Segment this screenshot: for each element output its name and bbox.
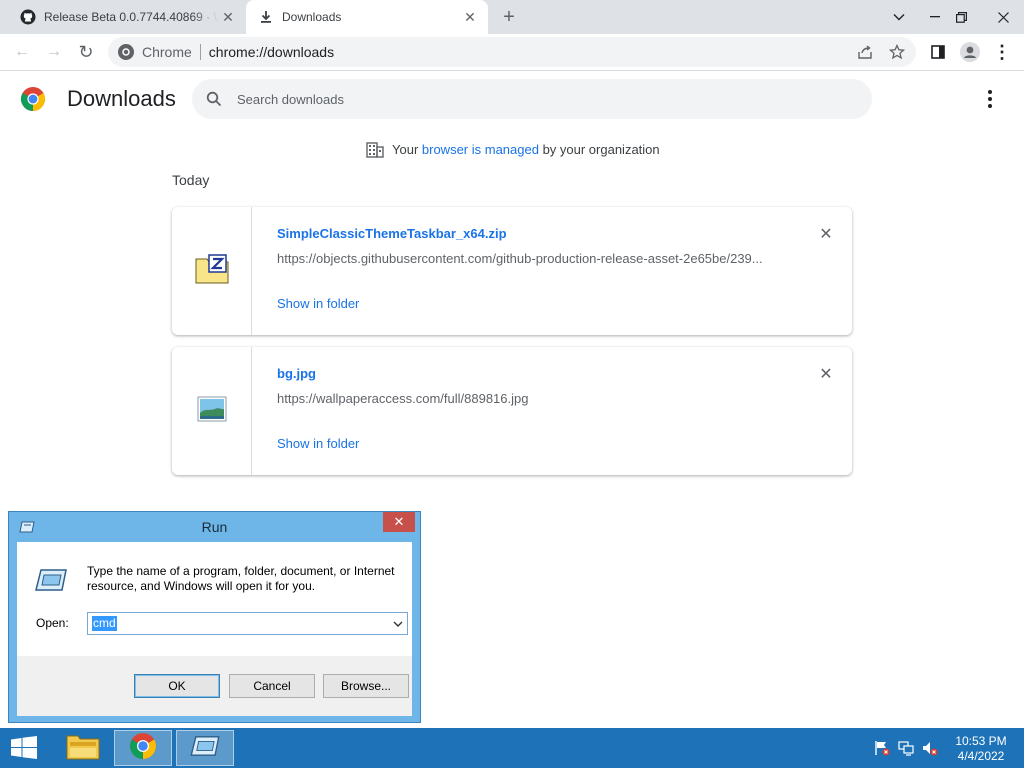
page-title: Downloads	[67, 86, 176, 111]
network-icon[interactable]	[898, 740, 914, 756]
run-dialog-body: Type the name of a program, folder, docu…	[17, 542, 412, 716]
building-icon	[366, 140, 384, 158]
tab-title: Downloads	[282, 10, 342, 24]
date-group-label: Today	[172, 172, 210, 188]
download-source-url[interactable]: https://objects.githubusercontent.com/gi…	[277, 251, 777, 266]
remove-download-icon[interactable]: ✕	[816, 224, 836, 244]
profile-avatar-icon[interactable]	[956, 38, 984, 66]
tab-release-beta[interactable]: Release Beta 0.0.7744.40869 · Wi ✕	[8, 0, 246, 34]
run-open-value[interactable]: cmd	[92, 616, 117, 631]
clock-time: 10:53 PM	[955, 734, 1007, 748]
site-name: Chrome	[142, 44, 192, 60]
run-description: Type the name of a program, folder, docu…	[87, 564, 395, 593]
chrome-logo-icon	[20, 86, 46, 112]
chrome-icon	[129, 732, 157, 765]
action-center-flag-icon[interactable]	[874, 740, 890, 756]
close-tab-icon[interactable]: ✕	[218, 7, 238, 27]
download-icon	[258, 9, 274, 25]
show-in-folder-link[interactable]: Show in folder	[277, 296, 359, 311]
run-icon	[189, 735, 221, 762]
show-in-folder-link[interactable]: Show in folder	[277, 436, 359, 451]
tab-strip: Release Beta 0.0.7744.40869 · Wi ✕ Downl…	[0, 0, 1024, 34]
cancel-button[interactable]: Cancel	[229, 674, 315, 698]
taskbar-run[interactable]	[176, 730, 234, 766]
chevron-down-icon[interactable]	[391, 616, 405, 631]
search-icon	[204, 89, 224, 109]
run-dialog-title: Run	[201, 519, 228, 535]
chrome-site-icon[interactable]	[118, 44, 134, 60]
run-program-icon	[35, 568, 67, 592]
search-placeholder: Search downloads	[237, 91, 344, 107]
ok-button[interactable]: OK	[134, 674, 220, 698]
clock-date: 4/4/2022	[957, 749, 1005, 763]
chrome-menu-button[interactable]: ⋮	[988, 38, 1016, 66]
download-source-url[interactable]: https://wallpaperaccess.com/full/889816.…	[277, 391, 777, 406]
browser-toolbar: ← → ↻ Chrome chrome://downloads ⋮	[0, 34, 1024, 71]
volume-muted-icon[interactable]	[922, 740, 938, 756]
tab-search-dropdown-icon[interactable]	[882, 0, 916, 34]
new-tab-button[interactable]: +	[498, 6, 520, 28]
search-downloads-field[interactable]: Search downloads	[192, 79, 872, 119]
taskbar-file-explorer[interactable]	[54, 730, 112, 766]
windows-start-icon[interactable]	[10, 736, 38, 760]
remove-download-icon[interactable]: ✕	[816, 364, 836, 384]
side-panel-icon[interactable]	[924, 38, 952, 66]
run-open-combobox[interactable]: cmd	[87, 612, 408, 635]
run-dialog: Run ✕ Type the name of a program, folder…	[8, 511, 421, 723]
tab-title: Release Beta 0.0.7744.40869 · Wi	[44, 10, 218, 24]
close-tab-icon[interactable]: ✕	[460, 7, 480, 27]
zip-archive-icon	[195, 253, 229, 289]
url-text[interactable]: chrome://downloads	[209, 44, 334, 60]
close-window-button[interactable]	[986, 0, 1020, 34]
download-file-name[interactable]: bg.jpg	[277, 366, 316, 381]
forward-button[interactable]: →	[40, 38, 68, 66]
downloads-more-actions-icon[interactable]	[980, 88, 1000, 110]
restore-button[interactable]	[944, 0, 978, 34]
image-file-icon	[197, 396, 227, 427]
download-file-name[interactable]: SimpleClassicThemeTaskbar_x64.zip	[277, 226, 507, 241]
open-label: Open:	[36, 616, 69, 630]
file-explorer-icon	[66, 732, 100, 765]
address-bar[interactable]: Chrome chrome://downloads	[108, 37, 916, 67]
browse-button[interactable]: Browse...	[323, 674, 409, 698]
tab-downloads[interactable]: Downloads ✕	[246, 0, 488, 34]
back-button[interactable]: ←	[8, 38, 36, 66]
share-icon[interactable]	[856, 43, 874, 61]
reload-button[interactable]: ↻	[72, 38, 100, 66]
managed-suffix: by your organization	[538, 141, 660, 157]
browser-managed-link[interactable]: browser is managed	[422, 142, 539, 157]
managed-prefix: Your	[392, 141, 422, 157]
bookmark-star-icon[interactable]	[888, 43, 906, 61]
run-close-button[interactable]: ✕	[383, 512, 415, 532]
taskbar: 10:53 PM 4/4/2022	[0, 728, 1024, 768]
taskbar-clock[interactable]: 10:53 PM 4/4/2022	[950, 734, 1012, 764]
download-item: SimpleClassicThemeTaskbar_x64.zip https:…	[172, 207, 852, 335]
managed-notice: Your browser is managed by your organiza…	[366, 140, 660, 158]
taskbar-chrome[interactable]	[114, 730, 172, 766]
omnibox-separator	[199, 44, 201, 60]
github-icon	[20, 9, 36, 25]
download-item: bg.jpg https://wallpaperaccess.com/full/…	[172, 347, 852, 475]
